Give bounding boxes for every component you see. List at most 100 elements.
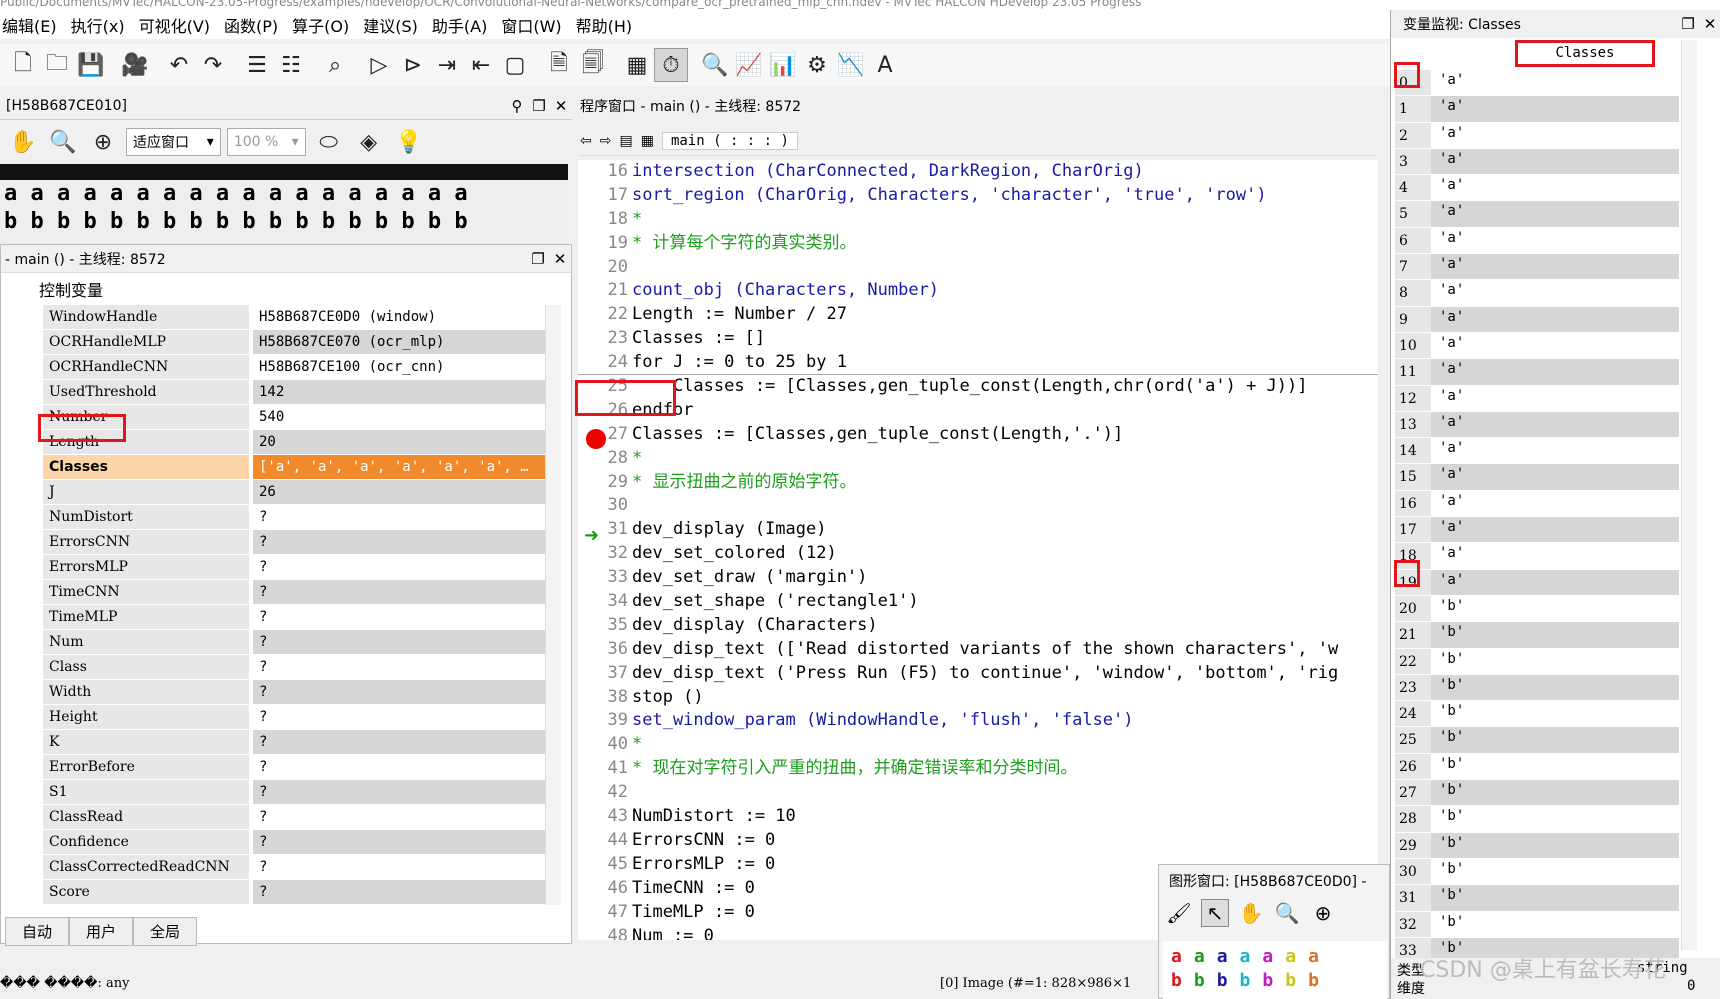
menu-suggestions[interactable]: 建议(S) — [361, 13, 430, 37]
inspect-row[interactable]: 7'a' — [1395, 254, 1679, 281]
menu-edit[interactable]: 编辑(E) — [0, 13, 69, 37]
tab-auto[interactable]: 自动 — [5, 917, 70, 946]
chart-icon[interactable]: 📉 — [834, 48, 868, 82]
code-line[interactable]: 32 dev_set_colored (12) — [578, 542, 1378, 566]
code-line[interactable]: 27 Classes := [Classes,gen_tuple_const(Le… — [578, 423, 1378, 447]
code-line[interactable]: 30 — [578, 494, 1378, 518]
variable-row[interactable]: WindowHandle H58B687CE0D0 (window) — [43, 305, 545, 330]
redo-icon[interactable]: ↷ — [196, 48, 230, 82]
profiler-icon[interactable]: ▦ — [620, 48, 654, 82]
menu-window[interactable]: 窗口(W) — [499, 13, 573, 37]
variable-row[interactable]: NumDistort? — [43, 505, 545, 530]
inspect-row[interactable]: 32'b' — [1395, 911, 1679, 938]
code-line[interactable]: 33 dev_set_draw ('margin') — [578, 566, 1378, 590]
inspect-row[interactable]: 11'a' — [1395, 359, 1679, 386]
variable-row[interactable]: Height? — [43, 705, 545, 730]
stop-icon[interactable]: ▢ — [498, 48, 532, 82]
hand-icon[interactable]: ✋ — [1237, 899, 1265, 927]
code-line[interactable]: 21 count_obj (Characters, Number) — [578, 279, 1378, 303]
variable-row[interactable]: ErrorBefore? — [43, 755, 545, 780]
inspect-row[interactable]: 16'a' — [1395, 490, 1679, 518]
code-line[interactable]: 23 Classes := [] — [578, 327, 1378, 351]
inspect-row[interactable]: 6'a' — [1395, 227, 1679, 255]
inspect-row[interactable]: 5'a' — [1395, 201, 1679, 228]
close-icon[interactable]: ✕ — [549, 250, 571, 268]
menu-execute[interactable]: 执行(x) — [69, 13, 137, 37]
code-line[interactable]: 41 * 现在对字符引入严重的扭曲，并确定错误率和分类时间。 — [578, 757, 1378, 781]
code-line[interactable]: 31 dev_display (Image) — [578, 518, 1378, 542]
forward-icon[interactable]: ⇨ — [600, 133, 612, 149]
code-line[interactable]: 37 dev_disp_text ('Press Run (F5) to cont… — [578, 662, 1378, 686]
float-icon[interactable]: ❐ — [1677, 15, 1699, 33]
code-line[interactable]: 34 dev_set_shape ('rectangle1') — [578, 590, 1378, 614]
code-line[interactable]: 17 sort_region (CharOrig, Characters, 'ch… — [578, 184, 1378, 208]
zoom-in-icon[interactable]: ⊕ — [86, 125, 120, 159]
inspect-row[interactable]: 28'b' — [1395, 806, 1679, 833]
code-line[interactable]: 18 * — [578, 208, 1378, 232]
variable-row[interactable]: TimeMLP? — [43, 605, 545, 630]
variable-row[interactable]: Score? — [43, 880, 545, 905]
floating-graphics-canvas[interactable]: ababababababab — [1163, 941, 1387, 999]
list-icon[interactable]: ☰ — [240, 48, 274, 82]
step-over-icon[interactable]: ⊳ — [396, 48, 430, 82]
code-line[interactable]: 19 * 计算每个字符的真实类别。 — [578, 232, 1378, 256]
lightbulb-icon[interactable]: 💡 — [392, 125, 426, 159]
zoom-icon[interactable]: 🔍 — [698, 48, 732, 82]
code-line[interactable]: 20 — [578, 256, 1378, 280]
close-icon[interactable]: ✕ — [1699, 15, 1720, 33]
code-line[interactable]: 26 endfor — [578, 399, 1378, 423]
ocr-icon[interactable]: A — [868, 48, 902, 82]
inspect-row[interactable]: 14'a' — [1395, 438, 1679, 465]
inspect-row[interactable]: 31'b' — [1395, 885, 1679, 912]
variable-row[interactable]: Width? — [43, 680, 545, 705]
zoom-in-icon[interactable]: ⊕ — [1309, 899, 1337, 927]
variable-row[interactable]: ClassRead? — [43, 805, 545, 830]
step-into-icon[interactable]: ⇥ — [430, 48, 464, 82]
tab-user[interactable]: 用户 — [69, 917, 134, 946]
pointer-icon[interactable]: ↖ — [1201, 899, 1229, 927]
close-icon[interactable]: ✕ — [550, 97, 572, 115]
magnifier-icon[interactable]: 🔍 — [1273, 899, 1301, 927]
variable-row[interactable]: ErrorsMLP? — [43, 555, 545, 580]
line-profile-icon[interactable]: 📈 — [732, 48, 766, 82]
procedure-select[interactable]: main ( : : : ) — [661, 131, 798, 150]
inspect-row[interactable]: 21'b' — [1395, 622, 1679, 649]
grid-icon[interactable]: ▦ — [641, 133, 654, 149]
inspect-row[interactable]: 22'b' — [1395, 648, 1679, 675]
breakpoint-icon[interactable] — [586, 429, 606, 449]
inspect-row[interactable]: 30'b' — [1395, 858, 1679, 886]
back-icon[interactable]: ⇦ — [580, 133, 592, 149]
run-icon[interactable]: ▷ — [362, 48, 396, 82]
feature-icon[interactable]: ⚙ — [800, 48, 834, 82]
reset-icon[interactable]: 🗎 — [542, 48, 576, 82]
inspect-row[interactable]: 2'a' — [1395, 122, 1679, 149]
code-line[interactable]: 39 set_window_param (WindowHandle, 'flush… — [578, 709, 1378, 733]
code-line[interactable]: 42 — [578, 781, 1378, 805]
inspect-row[interactable]: 23'b' — [1395, 674, 1679, 702]
brush-icon[interactable]: 🖌 — [1165, 899, 1193, 927]
inspect-row[interactable]: 26'b' — [1395, 753, 1679, 781]
new-program-icon[interactable]: 🗋 — [6, 48, 40, 82]
code-line[interactable]: 29 * 显示扭曲之前的原始字符。 — [578, 471, 1378, 495]
undo-icon[interactable]: ↶ — [162, 48, 196, 82]
variables-scrollbar[interactable] — [545, 305, 561, 905]
menu-operators[interactable]: 算子(O) — [290, 13, 361, 37]
inspect-row[interactable]: 18'a' — [1395, 543, 1679, 570]
inspect-row[interactable]: 27'b' — [1395, 780, 1679, 807]
code-line[interactable]: 28 * — [578, 447, 1378, 471]
inspect-row[interactable]: 9'a' — [1395, 306, 1679, 333]
float-icon[interactable]: ❐ — [528, 97, 550, 115]
procedure-list-icon[interactable]: ▤ — [619, 133, 632, 149]
variable-row[interactable]: OCRHandleCNN H58B687CE100 (ocr_cnn) — [43, 355, 545, 380]
variable-row[interactable]: Num? — [43, 630, 545, 655]
inspect-scrollbar[interactable] — [1681, 40, 1697, 950]
code-line[interactable]: 44 ErrorsCNN := 0 — [578, 829, 1378, 853]
variable-row[interactable]: ClassCorrectedReadCNN? — [43, 855, 545, 880]
variable-row[interactable]: UsedThreshold 142 — [43, 380, 545, 405]
variable-row[interactable]: TimeCNN? — [43, 580, 545, 605]
list2-icon[interactable]: ☷ — [274, 48, 308, 82]
code-line[interactable]: 38 stop () — [578, 686, 1378, 710]
open-icon[interactable]: 🗀 — [40, 48, 74, 82]
inspect-row[interactable]: 15'a' — [1395, 464, 1679, 491]
code-line[interactable]: 16 intersection (CharConnected, DarkRegio… — [578, 160, 1378, 184]
